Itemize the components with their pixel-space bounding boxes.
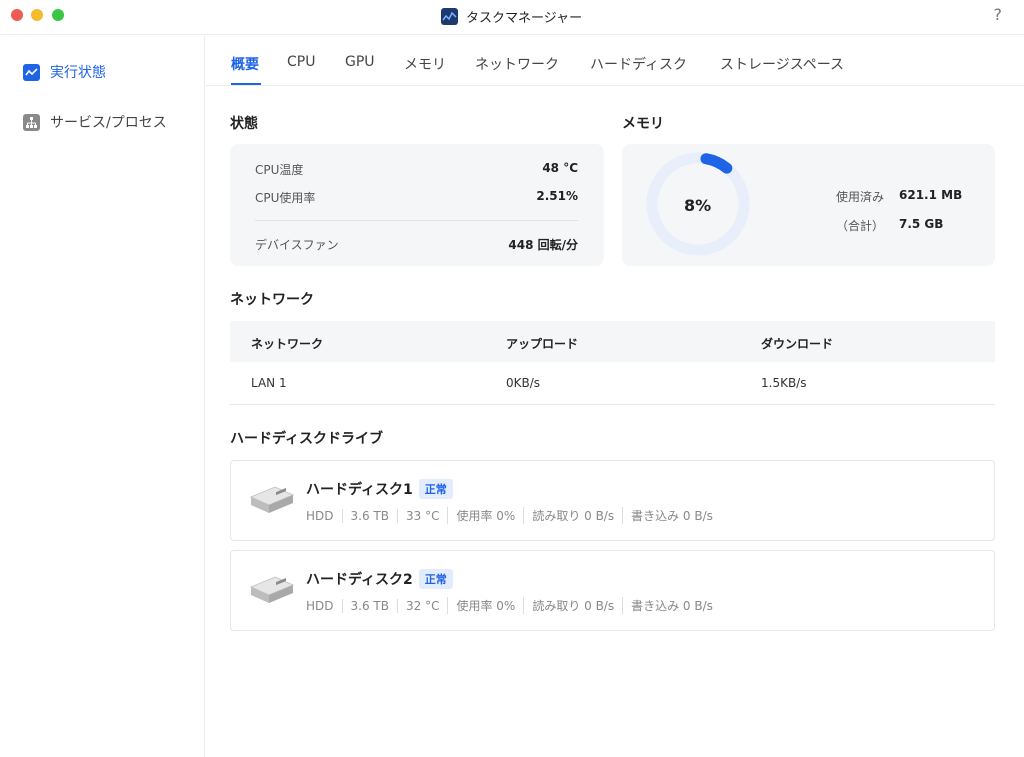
- tab-bar: 概要 CPU GPU メモリ ネットワーク ハードディスク ストレージスペース: [206, 36, 1024, 86]
- disk-details: HDD 3.6 TB 32 °C 使用率 0% 読み取り 0 B/s 書き込み …: [306, 597, 721, 614]
- tab-overview[interactable]: 概要: [231, 54, 259, 74]
- sidebar-item-label: サービス/プロセス: [50, 115, 167, 131]
- memory-card: 8% 使用済み 621.1 MB （合計） 7.5 GB: [622, 144, 995, 266]
- tab-gpu[interactable]: GPU: [345, 54, 375, 70]
- disk-name: ハードディスク1 正常: [306, 479, 453, 499]
- tab-hard-disk[interactable]: ハードディスク: [590, 54, 687, 74]
- download-column-header: ダウンロード: [761, 337, 834, 351]
- sidebar: 実行状態 サービス/プロセス: [0, 36, 205, 757]
- hard-drive-icon: [249, 576, 295, 603]
- title-bar: タスクマネージャー ?: [0, 0, 1024, 35]
- disk-capacity: 3.6 TB: [341, 598, 397, 613]
- disk-name: ハードディスク2 正常: [306, 569, 453, 589]
- cpu-usage-label: CPU使用率: [255, 191, 316, 205]
- tab-memory[interactable]: メモリ: [404, 54, 446, 74]
- sidebar-item-label: 実行状態: [50, 65, 106, 81]
- tab-network[interactable]: ネットワーク: [475, 54, 559, 74]
- disk-usage: 使用率 0%: [447, 597, 523, 614]
- network-name-cell: LAN 1: [251, 376, 287, 390]
- disk-name-text: ハードディスク1: [306, 482, 413, 498]
- disk-temperature: 33 °C: [396, 508, 447, 523]
- status-section-title: 状態: [230, 116, 258, 132]
- upload-column-header: アップロード: [506, 337, 579, 351]
- status-card: CPU温度 48 °C CPU使用率 2.51% デバイスファン 448 回転/…: [230, 144, 604, 266]
- network-table-header: ネットワーク アップロード ダウンロード: [230, 321, 995, 362]
- disk-write-speed: 書き込み 0 B/s: [622, 597, 721, 614]
- sidebar-item-running-status[interactable]: 実行状態: [23, 62, 106, 82]
- disk-write-speed: 書き込み 0 B/s: [622, 507, 721, 524]
- memory-used-label: 使用済み: [836, 190, 885, 204]
- minimize-window-button[interactable]: [31, 9, 43, 21]
- table-row: LAN 1 0KB/s 1.5KB/s: [230, 362, 995, 405]
- memory-section-title: メモリ: [622, 116, 664, 132]
- disk-usage: 使用率 0%: [447, 507, 523, 524]
- activity-chart-icon: [23, 63, 40, 81]
- hierarchy-icon: [23, 113, 40, 131]
- hard-disk-2-card[interactable]: ハードディスク2 正常 HDD 3.6 TB 32 °C 使用率 0% 読み取り…: [230, 550, 995, 631]
- hard-disk-1-card[interactable]: ハードディスク1 正常 HDD 3.6 TB 33 °C 使用率 0% 読み取り…: [230, 460, 995, 541]
- disk-capacity: 3.6 TB: [341, 508, 397, 523]
- window-title: タスクマネージャー: [441, 6, 582, 26]
- cpu-temperature-value: 48 °C: [542, 161, 578, 175]
- hard-drive-icon: [249, 486, 295, 513]
- cpu-temperature-label: CPU温度: [255, 163, 304, 177]
- memory-total-label: （合計）: [836, 219, 885, 233]
- memory-total-value: 7.5 GB: [899, 217, 944, 231]
- disk-read-speed: 読み取り 0 B/s: [523, 597, 622, 614]
- maximize-window-button[interactable]: [52, 9, 64, 21]
- status-badge: 正常: [418, 569, 453, 589]
- active-tab-indicator: [231, 83, 261, 85]
- disk-temperature: 32 °C: [396, 598, 447, 613]
- device-fan-value: 448 回転/分: [508, 238, 578, 252]
- disk-read-speed: 読み取り 0 B/s: [523, 507, 622, 524]
- hard-disk-drives-section-title: ハードディスクドライブ: [230, 431, 384, 447]
- network-section-title: ネットワーク: [230, 292, 314, 308]
- network-column-header: ネットワーク: [251, 337, 324, 351]
- window-title-text: タスクマネージャー: [466, 10, 583, 26]
- task-manager-app-icon: [441, 7, 458, 25]
- sidebar-item-services-processes[interactable]: サービス/プロセス: [23, 112, 167, 132]
- disk-name-text: ハードディスク2: [306, 572, 413, 588]
- disk-type: HDD: [306, 598, 334, 613]
- status-badge: 正常: [418, 479, 453, 499]
- close-window-button[interactable]: [11, 9, 23, 21]
- download-speed-cell: 1.5KB/s: [761, 376, 807, 390]
- memory-percent-label: 8%: [684, 196, 712, 215]
- disk-type: HDD: [306, 508, 334, 523]
- status-divider: [255, 220, 578, 221]
- tab-cpu[interactable]: CPU: [287, 54, 315, 70]
- help-icon[interactable]: ?: [994, 5, 1003, 24]
- disk-details: HDD 3.6 TB 33 °C 使用率 0% 読み取り 0 B/s 書き込み …: [306, 507, 721, 524]
- cpu-usage-value: 2.51%: [536, 189, 578, 203]
- device-fan-label: デバイスファン: [255, 238, 339, 252]
- upload-speed-cell: 0KB/s: [506, 376, 541, 390]
- tab-storage-space[interactable]: ストレージスペース: [720, 54, 844, 74]
- memory-used-value: 621.1 MB: [899, 188, 963, 202]
